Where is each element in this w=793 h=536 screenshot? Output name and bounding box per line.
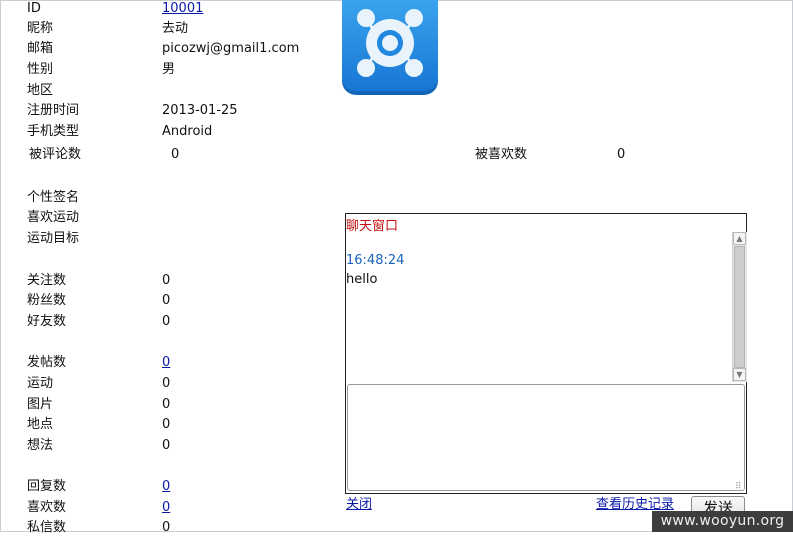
posts-label: 发帖数 <box>27 355 67 370</box>
fans-label: 粉丝数 <box>27 293 67 308</box>
private-messages-value: 0 <box>162 520 171 535</box>
place-value: 0 <box>162 417 171 432</box>
gender-value: 男 <box>162 62 176 77</box>
photo-value: 0 <box>162 397 171 412</box>
chat-window: 聊天窗口 16:48:24 hello ▲ ▼ ⠿ <box>345 213 747 494</box>
likes-link[interactable]: 0 <box>162 500 170 516</box>
close-chat-link[interactable]: 关闭 <box>346 497 372 513</box>
commented-count-value: 0 <box>171 147 180 162</box>
app-logo-icon <box>342 0 438 95</box>
liked-count-value: 0 <box>617 147 626 162</box>
chat-message-text: hello <box>346 272 378 287</box>
liked-count-label: 被喜欢数 <box>475 147 528 162</box>
phone-type-value: Android <box>162 124 213 139</box>
fans-value: 0 <box>162 293 171 308</box>
likes-label: 喜欢数 <box>27 500 67 515</box>
chat-message-input[interactable] <box>347 384 745 491</box>
private-messages-label: 私信数 <box>27 520 67 535</box>
register-time-label: 注册时间 <box>27 103 80 118</box>
sport-value: 0 <box>162 376 171 391</box>
idea-value: 0 <box>162 438 171 453</box>
favorite-sport-label: 喜欢运动 <box>27 210 80 225</box>
friends-value: 0 <box>162 314 171 329</box>
sport-label: 运动 <box>27 376 54 391</box>
register-time-value: 2013-01-25 <box>162 103 238 118</box>
following-value: 0 <box>162 273 171 288</box>
scroll-up-icon[interactable]: ▲ <box>733 232 746 245</box>
sport-goal-label: 运动目标 <box>27 231 80 246</box>
replies-label: 回复数 <box>27 479 67 494</box>
resize-grip-icon[interactable]: ⠿ <box>735 482 742 492</box>
nickname-label: 昵称 <box>27 21 54 36</box>
id-link[interactable]: 10001 <box>162 1 203 17</box>
idea-label: 想法 <box>27 438 54 453</box>
chat-log-scrollbar[interactable]: ▲ ▼ <box>732 232 747 382</box>
email-label: 邮箱 <box>27 41 54 56</box>
id-label: ID <box>27 1 41 16</box>
posts-link[interactable]: 0 <box>162 355 170 371</box>
region-label: 地区 <box>27 83 54 98</box>
email-value: picozwj@gmail1.com <box>162 41 300 56</box>
friends-label: 好友数 <box>27 314 67 329</box>
scroll-down-icon[interactable]: ▼ <box>733 368 746 381</box>
following-label: 关注数 <box>27 273 67 288</box>
chat-window-title: 聊天窗口 <box>346 219 399 234</box>
nickname-value: 去动 <box>162 21 189 36</box>
phone-type-label: 手机类型 <box>27 124 80 139</box>
chat-message-timestamp: 16:48:24 <box>346 253 405 268</box>
scrollbar-thumb[interactable] <box>734 246 745 368</box>
commented-count-label: 被评论数 <box>29 147 82 162</box>
signature-label: 个性签名 <box>27 190 80 205</box>
replies-link[interactable]: 0 <box>162 479 170 495</box>
photo-label: 图片 <box>27 397 54 412</box>
gender-label: 性别 <box>27 62 54 77</box>
place-label: 地点 <box>27 417 54 432</box>
watermark: www.wooyun.org <box>652 511 793 532</box>
